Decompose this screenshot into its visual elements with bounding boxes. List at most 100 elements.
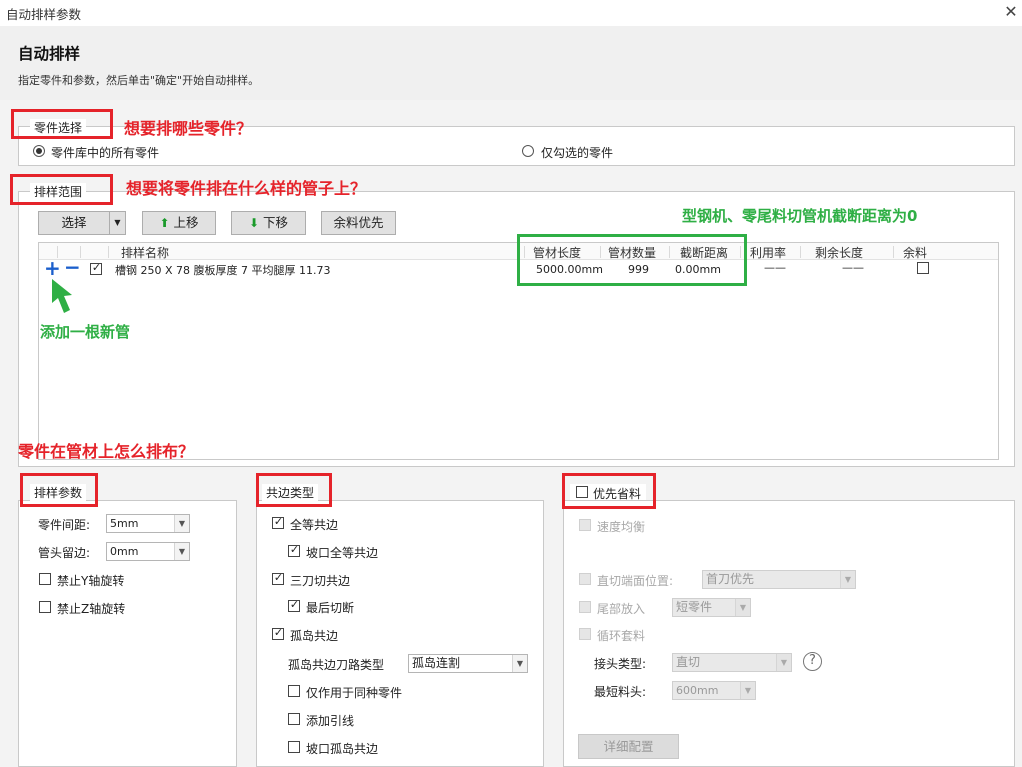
- head-margin-value: 0mm: [110, 545, 139, 558]
- annotation-box-part-selection: [11, 109, 113, 139]
- move-down-label: 下移: [263, 215, 289, 230]
- select-button[interactable]: 选择: [38, 211, 110, 235]
- same-part-only-label[interactable]: 仅作用于同种零件: [306, 684, 402, 701]
- chevron-down-icon: ▼: [776, 654, 791, 671]
- joint-type-label: 接头类型:: [594, 657, 647, 671]
- island-edge-checkbox[interactable]: [272, 626, 284, 640]
- speed-balance-label[interactable]: 速度均衡: [597, 518, 645, 535]
- chevron-down-icon: ▼: [174, 515, 189, 532]
- bevel-equal-edge-checkbox[interactable]: [288, 543, 300, 557]
- three-cut-edge-label[interactable]: 三刀切共边: [290, 572, 350, 589]
- detail-config-label: 详细配置: [603, 739, 654, 754]
- window-title: 自动排样参数: [6, 7, 82, 22]
- dialog-subtitle: 指定零件和参数，然后单击"确定"开始自动排样。: [18, 74, 260, 87]
- head-margin-label: 管头留边:: [38, 546, 91, 560]
- loop-nesting-checkbox[interactable]: [579, 628, 591, 640]
- annotation-which-parts: 想要排哪些零件？: [124, 119, 253, 138]
- remove-pipe-icon[interactable]: −: [64, 256, 81, 278]
- part-spacing-input[interactable]: 5mm ▼: [106, 514, 190, 533]
- detail-config-button[interactable]: 详细配置: [578, 734, 679, 759]
- tail-insert-checkbox[interactable]: [579, 601, 591, 613]
- radio-all-parts[interactable]: [33, 145, 45, 157]
- add-lead-label[interactable]: 添加引线: [306, 712, 354, 729]
- speed-balance-checkbox[interactable]: [579, 519, 591, 531]
- col-sep: [893, 246, 894, 258]
- bevel-island-edge-checkbox[interactable]: [288, 741, 300, 753]
- nesting-params-group: [18, 500, 237, 767]
- joint-type-value: 直切: [676, 655, 701, 669]
- tail-insert-select[interactable]: 短零件 ▼: [672, 598, 751, 617]
- radio-checked-parts[interactable]: [522, 145, 534, 157]
- annotation-box-pipe-params: [517, 234, 747, 286]
- dialog-header: 自动排样 指定零件和参数，然后单击"确定"开始自动排样。: [0, 26, 1022, 100]
- bevel-island-edge-label[interactable]: 坡口孤岛共边: [306, 740, 378, 757]
- chevron-down-icon: ▼: [512, 655, 527, 672]
- part-spacing-label: 零件间距:: [38, 518, 91, 532]
- equal-common-edge-label[interactable]: 全等共边: [290, 516, 338, 533]
- add-lead-checkbox[interactable]: [288, 713, 300, 725]
- col-header-utilization[interactable]: 利用率: [750, 244, 786, 261]
- annotation-add-pipe: 添加一根新管: [40, 323, 131, 341]
- annotation-box-nesting-params: [20, 473, 98, 507]
- part-spacing-value: 5mm: [110, 517, 139, 530]
- move-down-button[interactable]: ⬇ 下移: [231, 211, 306, 235]
- radio-all-parts-label[interactable]: 零件库中的所有零件: [51, 144, 159, 161]
- min-head-input[interactable]: 600mm ▼: [672, 681, 756, 700]
- arrow-up-icon: ⬆: [159, 216, 170, 230]
- row-remaining: ——: [842, 261, 864, 274]
- equal-common-edge-checkbox[interactable]: [272, 515, 284, 529]
- move-up-button[interactable]: ⬆ 上移: [142, 211, 216, 235]
- help-glyph: ?: [809, 653, 816, 668]
- row-checkbox[interactable]: [90, 261, 102, 275]
- loop-nesting-label[interactable]: 循环套料: [597, 627, 645, 644]
- final-cut-label[interactable]: 最后切断: [306, 599, 354, 616]
- radio-checked-parts-label[interactable]: 仅勾选的零件: [541, 144, 613, 161]
- row-utilization: ——: [764, 261, 786, 274]
- straight-cut-select[interactable]: 首刀优先 ▼: [702, 570, 856, 589]
- tail-insert-value: 短零件: [676, 600, 713, 614]
- title-bar: 自动排样参数 ✕: [0, 0, 1022, 26]
- col-header-remaining[interactable]: 剩余长度: [815, 244, 863, 261]
- remnant-priority-label: 余料优先: [333, 215, 384, 230]
- final-cut-checkbox[interactable]: [288, 598, 300, 612]
- joint-type-select[interactable]: 直切 ▼: [672, 653, 792, 672]
- no-y-rotation-label[interactable]: 禁止Y轴旋转: [57, 572, 124, 589]
- min-head-label: 最短料头:: [594, 685, 647, 699]
- annotation-cut-distance: 型钢机、零尾料切管机截断距离为0: [682, 207, 918, 225]
- row-name: 槽钢 250 X 78 腹板厚度 7 平均腿厚 11.73: [115, 264, 331, 277]
- no-y-rotation-checkbox[interactable]: [39, 573, 51, 585]
- min-head-value: 600mm: [676, 684, 719, 697]
- arrow-down-icon: ⬇: [248, 216, 260, 230]
- col-header-remnant[interactable]: 余料: [903, 244, 927, 261]
- col-sep: [108, 246, 109, 258]
- island-edge-label[interactable]: 孤岛共边: [290, 627, 338, 644]
- straight-cut-label: 直切端面位置:: [597, 574, 674, 588]
- col-sep: [800, 246, 801, 258]
- no-z-rotation-checkbox[interactable]: [39, 601, 51, 613]
- island-path-type-select[interactable]: 孤岛连割 ▼: [408, 654, 528, 673]
- select-dropdown-button[interactable]: ▼: [109, 211, 126, 235]
- dialog-title: 自动排样: [18, 45, 81, 63]
- chevron-down-icon: ▼: [114, 218, 121, 227]
- bevel-equal-edge-label[interactable]: 坡口全等共边: [306, 544, 378, 561]
- row-remnant-checkbox[interactable]: [917, 262, 929, 274]
- annotation-box-common-edge: [256, 473, 332, 507]
- no-z-rotation-label[interactable]: 禁止Z轴旋转: [57, 600, 125, 617]
- annotation-which-pipes: 想要将零件排在什么样的管子上？: [126, 179, 367, 198]
- col-header-name[interactable]: 排样名称: [121, 244, 169, 261]
- three-cut-edge-checkbox[interactable]: [272, 571, 284, 585]
- head-margin-input[interactable]: 0mm ▼: [106, 542, 190, 561]
- island-path-type-label: 孤岛共边刀路类型: [288, 658, 385, 672]
- pointer-arrow-icon: [52, 279, 72, 313]
- remnant-priority-button[interactable]: 余料优先: [321, 211, 396, 235]
- annotation-how-arranged: 零件在管材上怎么排布？: [18, 442, 195, 461]
- tail-insert-label: 尾部放入: [597, 602, 646, 616]
- annotation-box-nesting-range: [10, 174, 113, 205]
- island-path-type-value: 孤岛连割: [412, 656, 461, 670]
- straight-cut-checkbox[interactable]: [579, 573, 591, 585]
- add-pipe-icon[interactable]: +: [44, 257, 61, 279]
- chevron-down-icon: ▼: [174, 543, 189, 560]
- close-icon[interactable]: ✕: [1002, 2, 1020, 22]
- same-part-only-checkbox[interactable]: [288, 685, 300, 697]
- help-icon[interactable]: ?: [803, 652, 822, 671]
